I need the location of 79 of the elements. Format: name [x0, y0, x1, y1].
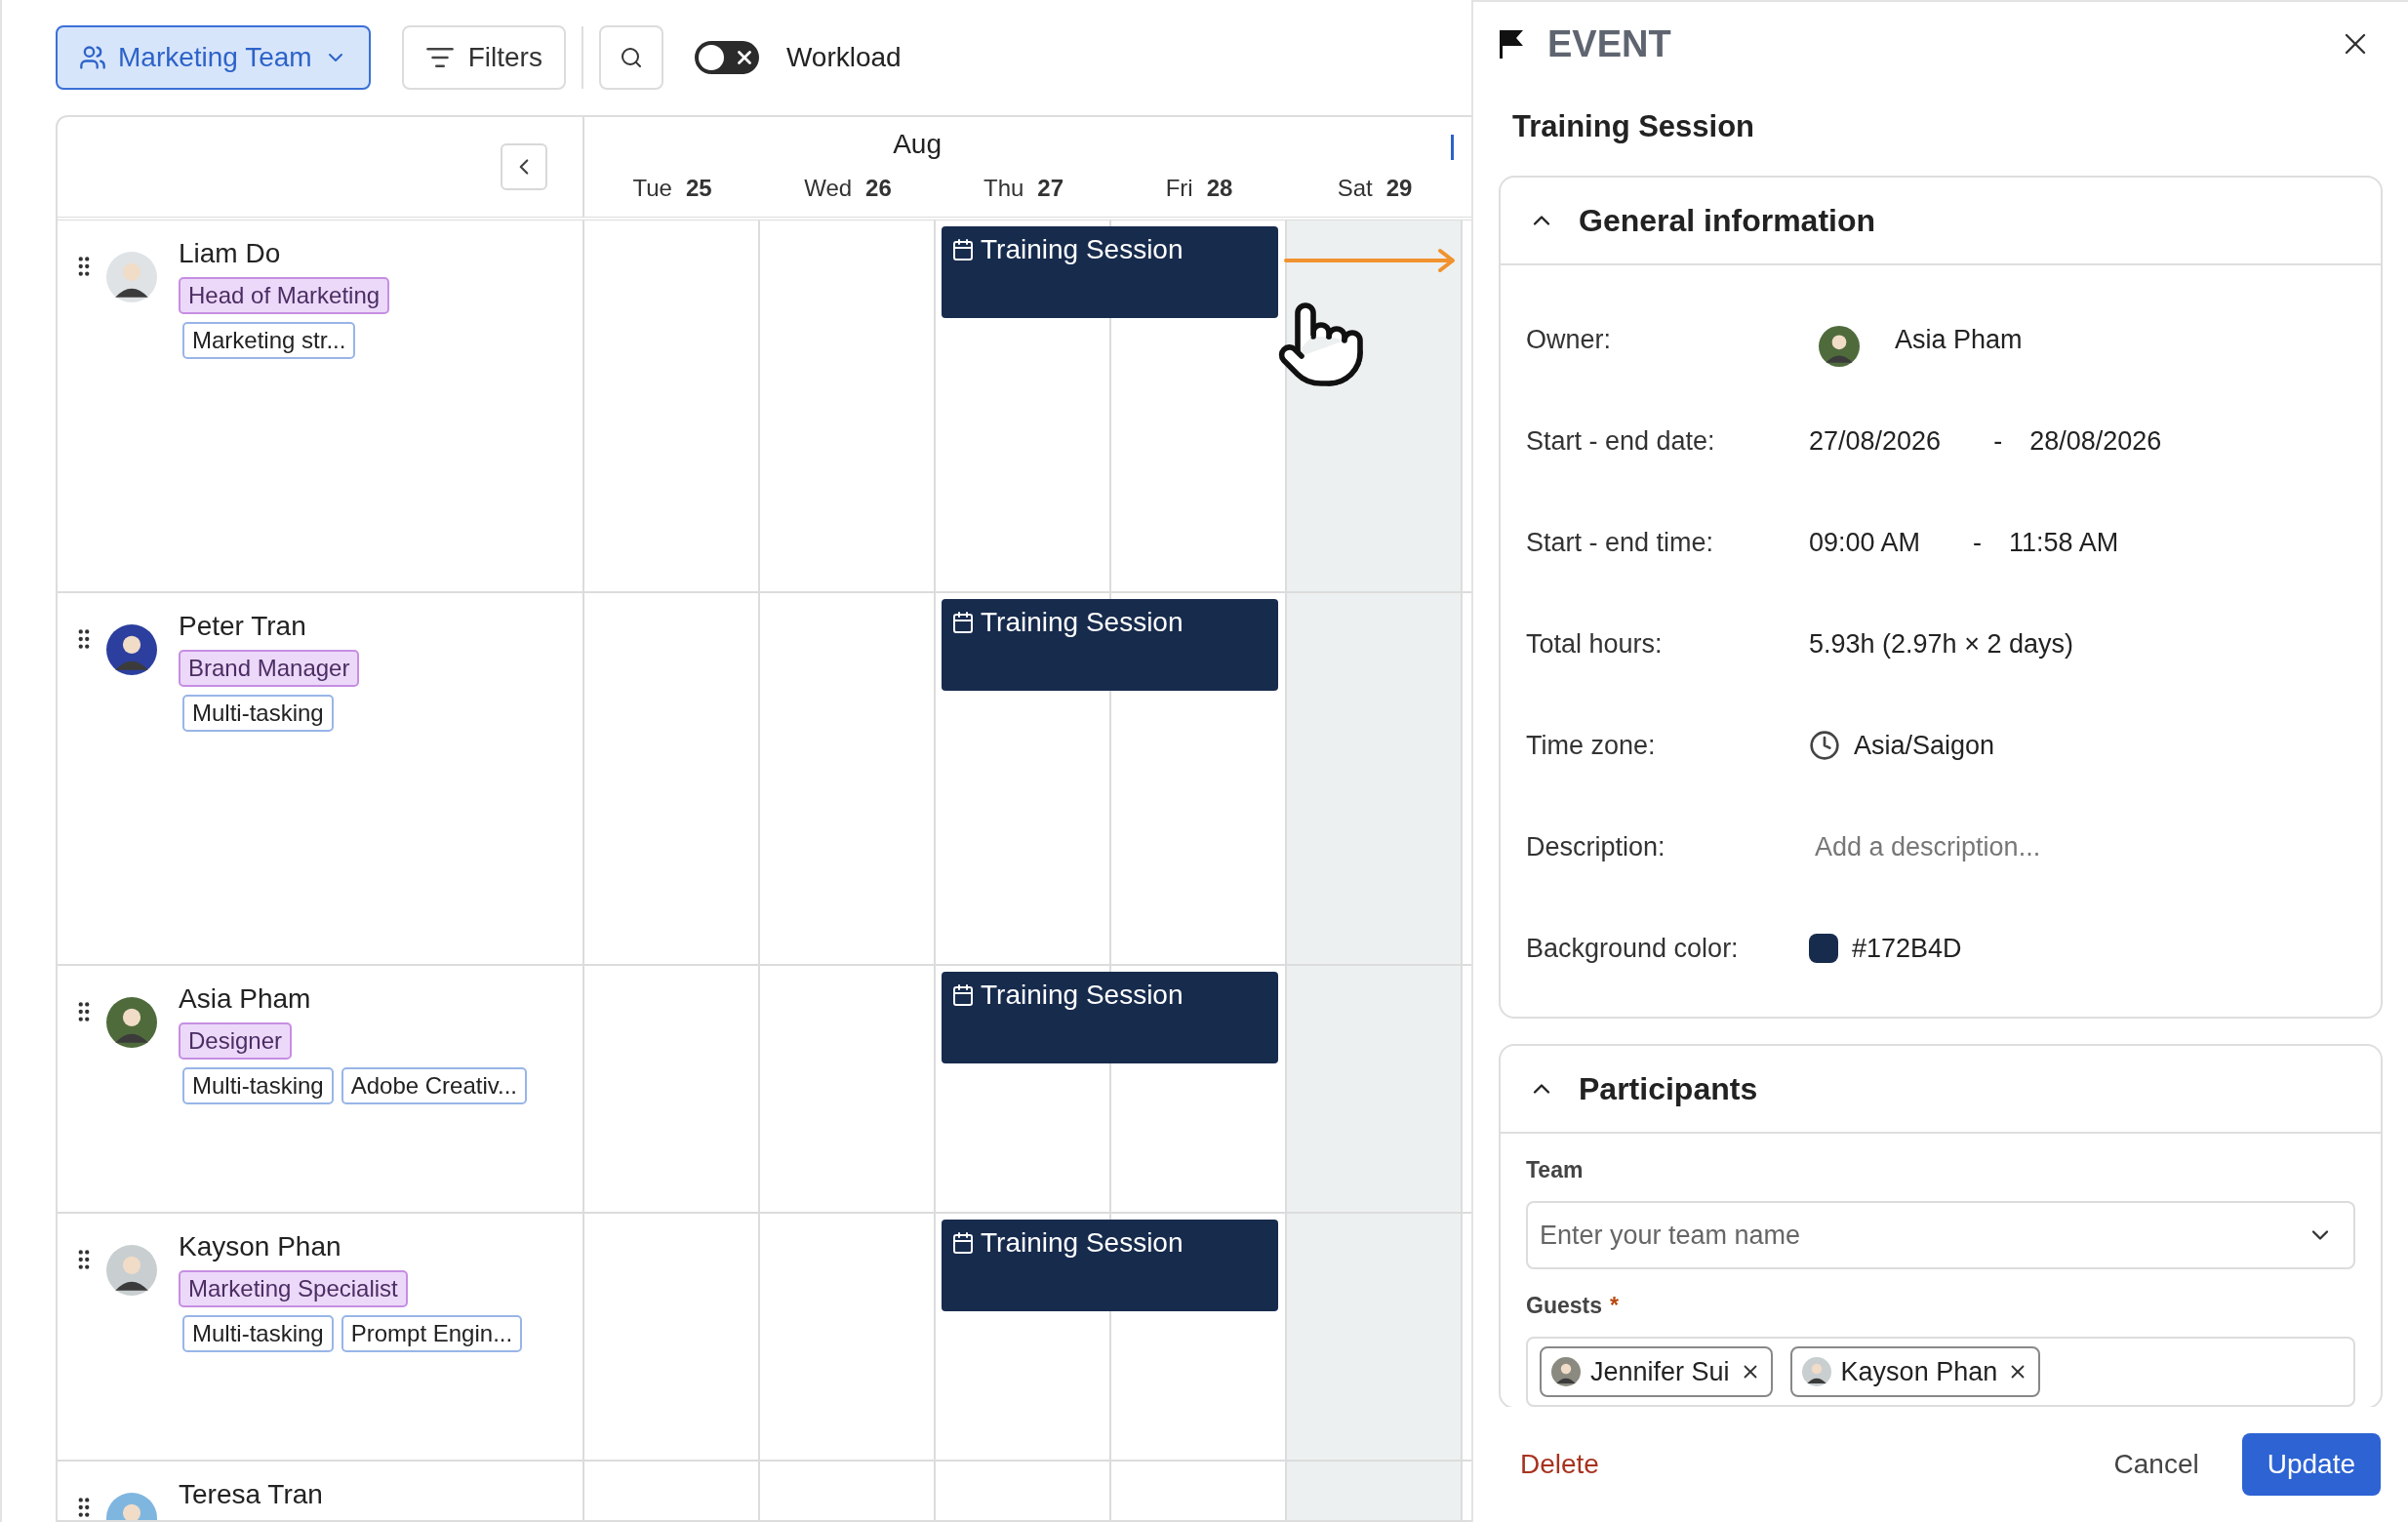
event-bar[interactable]: Training Session [942, 972, 1278, 1063]
day-label: Tue 25 [632, 175, 712, 202]
skill-tag: Adobe Creativ... [341, 1067, 528, 1104]
person-name: Liam Do [179, 238, 281, 269]
filters-button[interactable]: Filters [401, 25, 566, 90]
event-bar[interactable]: Training Session [942, 1220, 1278, 1311]
field-value: 28/08/2026 [2029, 425, 2162, 457]
skill-tag: Marketing str... [182, 322, 356, 359]
clock-icon [1809, 730, 1840, 761]
field-label: Start - end time: [1526, 527, 1715, 558]
people-icon [79, 44, 106, 71]
description-field[interactable]: Add a description... [1815, 831, 2381, 862]
avatar [106, 1245, 157, 1296]
field-label: Start - end date: [1526, 425, 1716, 457]
field-value: Asia Pham [1895, 324, 2023, 355]
update-button[interactable]: Update [2241, 1433, 2381, 1496]
arrow-icon [1284, 246, 1458, 275]
panel-kind: EVENT [1547, 22, 1672, 65]
day-label: Thu 27 [983, 175, 1064, 202]
avatar [1819, 326, 1860, 367]
day-label: Wed 26 [804, 175, 892, 202]
field-value: 11:58 AM [2009, 527, 2119, 558]
avatar [106, 997, 157, 1048]
person-name: Kayson Phan [179, 1231, 341, 1262]
guest-chip[interactable]: Kayson Phan [1789, 1346, 2041, 1397]
range-separator: - [1973, 527, 1983, 558]
event-title: Training Session [1512, 109, 1756, 144]
person-name: Asia Pham [179, 983, 311, 1015]
team-label: Team [1526, 1157, 1585, 1183]
role-tag: Head of Marketing [179, 277, 390, 314]
role-tag: Marketing Specialist [179, 1270, 408, 1307]
field-value: 09:00 AM [1809, 527, 1921, 558]
today-marker [1451, 135, 1454, 160]
day-label: Fri 28 [1165, 175, 1233, 202]
section-header[interactable]: Participants [1501, 1046, 2381, 1134]
workload-toggle[interactable] [694, 41, 759, 74]
role-tag: Brand Manager [179, 650, 360, 687]
month-label: Aug [893, 129, 942, 160]
section-header[interactable]: General information [1501, 178, 2381, 265]
color-swatch[interactable] [1809, 934, 1838, 963]
avatar [106, 252, 157, 302]
field-value: 5.93h (2.97h × 2 days) [1809, 628, 2073, 660]
field-label: Total hours: [1526, 628, 1664, 660]
skill-tag: Multi-tasking [182, 1067, 334, 1104]
person-name: Peter Tran [179, 611, 306, 642]
avatar [1801, 1357, 1831, 1386]
event-bar[interactable]: Training Session [942, 226, 1278, 318]
cancel-button[interactable]: Cancel [2098, 1441, 2215, 1488]
calendar-icon [951, 611, 975, 634]
skill-tag: Multi-tasking [182, 1315, 334, 1352]
guests-field[interactable]: Jennifer Sui Kayson Phan [1526, 1337, 2355, 1407]
field-label: Owner: [1526, 324, 1613, 355]
search-icon [619, 46, 643, 69]
person-name: Teresa Tran [179, 1479, 323, 1510]
calendar-icon [951, 238, 975, 261]
flag-icon [1497, 28, 1526, 60]
team-select[interactable]: Enter your team name [1526, 1201, 2355, 1269]
calendar-icon [951, 983, 975, 1007]
search-button[interactable] [598, 25, 663, 90]
field-label: Time zone: [1526, 730, 1657, 761]
guest-chip[interactable]: Jennifer Sui [1540, 1346, 1773, 1397]
skill-tag: Prompt Engin... [341, 1315, 523, 1352]
toggle-label: Workload [785, 42, 902, 73]
event-bar[interactable]: Training Session [942, 599, 1278, 691]
field-value: 27/08/2026 [1809, 425, 1942, 457]
guests-label: Guests * [1526, 1293, 1620, 1319]
avatar [106, 624, 157, 675]
calendar-icon [951, 1231, 975, 1255]
field-value: Asia/Saigon [1854, 730, 1995, 761]
team-dropdown[interactable]: Marketing Team [56, 25, 371, 90]
day-label: Sat 29 [1337, 175, 1413, 202]
delete-button[interactable]: Delete [1520, 1449, 1599, 1480]
field-value: #172B4D [1852, 933, 1962, 964]
field-label: Background color: [1526, 933, 1740, 964]
skill-tag: Multi-tasking [182, 695, 334, 732]
field-label: Description: [1526, 831, 1666, 862]
role-tag: Designer [179, 1022, 293, 1060]
range-separator: - [1993, 425, 2003, 457]
avatar [1551, 1357, 1581, 1386]
